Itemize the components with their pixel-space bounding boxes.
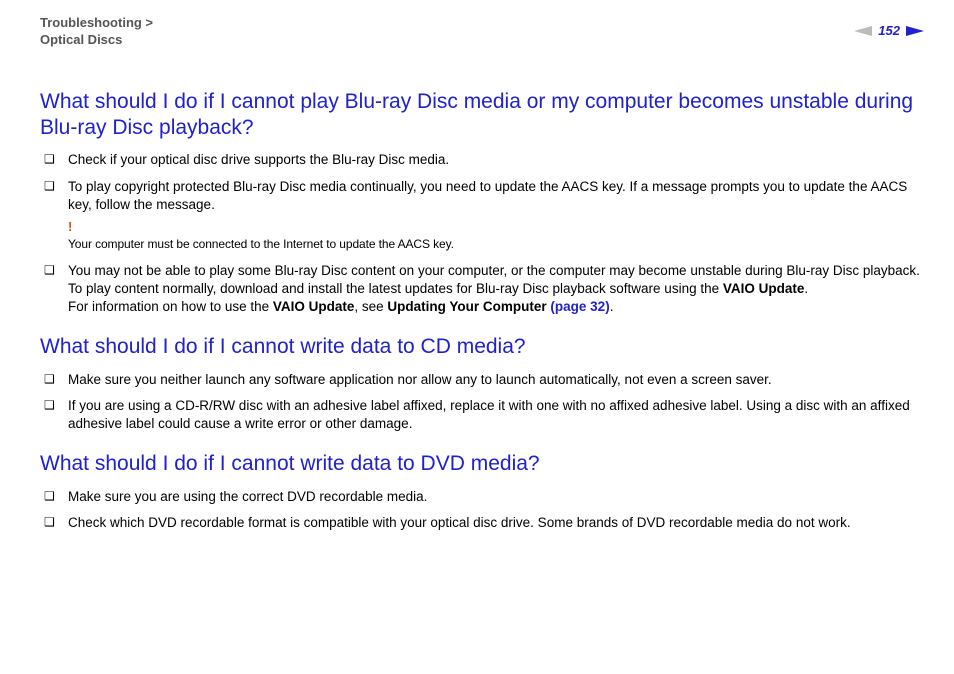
item-text: Make sure you are using the correct DVD … [68, 489, 427, 504]
next-page-icon[interactable] [906, 26, 924, 36]
item-text: Check which DVD recordable format is com… [68, 515, 851, 530]
item-text-post3: . [610, 299, 614, 314]
item-text: If you are using a CD-R/RW disc with an … [68, 398, 910, 431]
item-text: To play copyright protected Blu-ray Disc… [68, 179, 907, 212]
prev-page-icon[interactable] [854, 26, 872, 36]
page-header: Troubleshooting > Optical Discs 152 [0, 0, 954, 57]
vaio-update-bold2: VAIO Update [273, 299, 355, 314]
vaio-update-bold: VAIO Update [723, 281, 805, 296]
item-text-post1: . [804, 281, 808, 296]
warning-icon: ! [68, 218, 924, 236]
page-content: What should I do if I cannot play Blu-ra… [0, 57, 954, 532]
breadcrumb: Troubleshooting > Optical Discs [40, 15, 153, 49]
list-item: Check if your optical disc drive support… [40, 151, 924, 169]
list-item: If you are using a CD-R/RW disc with an … [40, 397, 924, 433]
item-text-pre2: For information on how to use the [68, 299, 273, 314]
list-item: Check which DVD recordable format is com… [40, 514, 924, 532]
list-item: You may not be able to play some Blu-ray… [40, 262, 924, 317]
list-item: To play copyright protected Blu-ray Disc… [40, 178, 924, 254]
cd-list: Make sure you neither launch any softwar… [40, 371, 924, 434]
dvd-list: Make sure you are using the correct DVD … [40, 488, 924, 532]
page-link[interactable]: (page 32) [550, 299, 609, 314]
breadcrumb-page: Optical Discs [40, 32, 122, 47]
section-heading-cd: What should I do if I cannot write data … [40, 334, 924, 360]
list-item: Make sure you neither launch any softwar… [40, 371, 924, 389]
updating-computer-bold: Updating Your Computer [387, 299, 550, 314]
page-number: 152 [878, 23, 900, 38]
bluray-list: Check if your optical disc drive support… [40, 151, 924, 316]
section-heading-dvd: What should I do if I cannot write data … [40, 451, 924, 477]
note-text: Your computer must be connected to the I… [68, 237, 454, 251]
page-navigation: 152 [854, 23, 924, 38]
item-text-post2: , see [354, 299, 387, 314]
item-text: Check if your optical disc drive support… [68, 152, 449, 167]
section-heading-bluray: What should I do if I cannot play Blu-ra… [40, 89, 924, 142]
list-item: Make sure you are using the correct DVD … [40, 488, 924, 506]
item-text: Make sure you neither launch any softwar… [68, 372, 772, 387]
breadcrumb-section: Troubleshooting > [40, 15, 153, 30]
